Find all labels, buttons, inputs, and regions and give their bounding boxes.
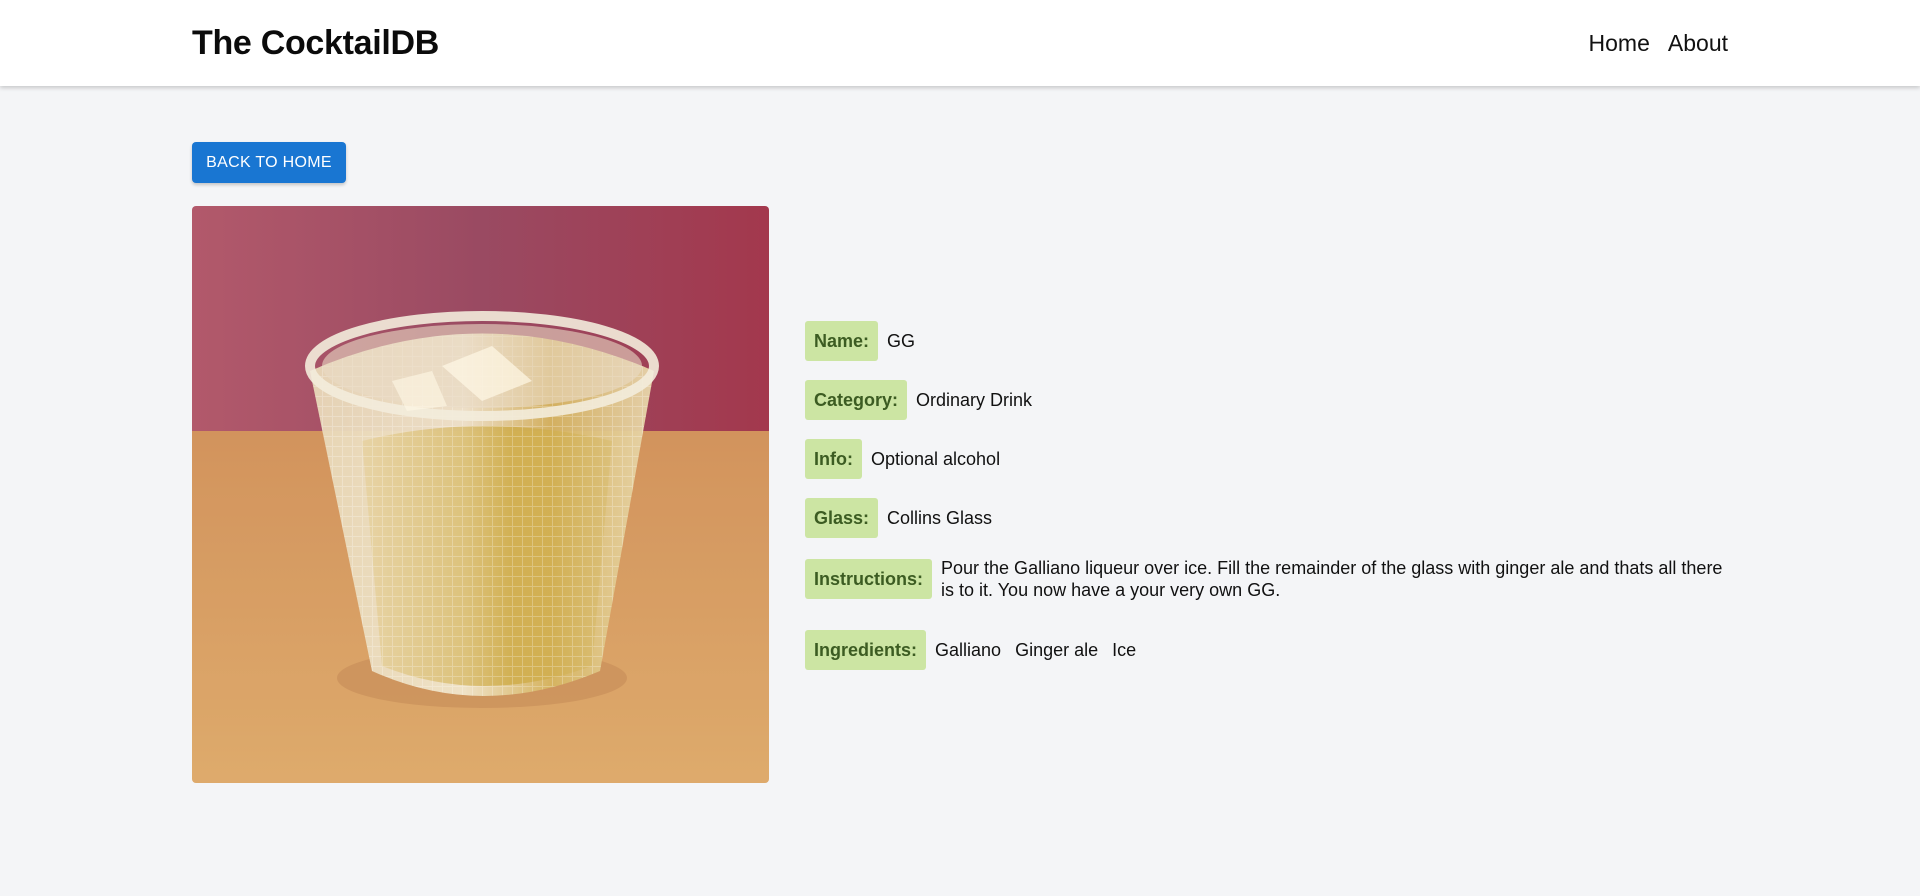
name-value: GG	[887, 331, 916, 351]
detail-row-instructions: Instructions: Pour the Galliano liqueur …	[805, 557, 1725, 601]
instructions-value: Pour the Galliano liqueur over ice. Fill…	[941, 558, 1723, 600]
back-to-home-button[interactable]: BACK TO HOME	[192, 142, 346, 183]
info-value: Optional alcohol	[870, 449, 1001, 469]
ingredient-item: Ginger ale	[1015, 640, 1099, 660]
detail-row-glass: Glass: Collins Glass	[805, 498, 1725, 538]
navbar: The CocktailDB Home About	[0, 0, 1920, 86]
ingredients-label: Ingredients:	[805, 630, 927, 670]
ingredient-item: Galliano	[935, 640, 1002, 660]
glass-value: Collins Glass	[887, 508, 993, 528]
ingredients-list: Galliano Ginger ale Ice	[935, 639, 1145, 661]
brand-logo[interactable]: The CocktailDB	[192, 24, 439, 63]
category-value: Ordinary Drink	[916, 390, 1033, 410]
info-label: Info:	[805, 439, 862, 479]
nav-link-home[interactable]: Home	[1589, 30, 1650, 57]
glass-label: Glass:	[805, 498, 879, 538]
detail-row-name: Name: GG	[805, 321, 1725, 361]
name-label: Name:	[805, 321, 879, 361]
detail-row-info: Info: Optional alcohol	[805, 439, 1725, 479]
detail-row-category: Category: Ordinary Drink	[805, 380, 1725, 420]
category-label: Category:	[805, 380, 908, 420]
ingredient-item: Ice	[1112, 640, 1137, 660]
nav-link-about[interactable]: About	[1668, 30, 1728, 57]
drink-details: Name: GG Category: Ordinary Drink Info: …	[805, 321, 1725, 689]
instructions-label: Instructions:	[805, 559, 933, 599]
navbar-inner: The CocktailDB Home About	[192, 0, 1728, 86]
nav-links: Home About	[1589, 30, 1728, 57]
detail-row-ingredients: Ingredients: Galliano Ginger ale Ice	[805, 630, 1725, 670]
drink-image	[192, 206, 769, 783]
